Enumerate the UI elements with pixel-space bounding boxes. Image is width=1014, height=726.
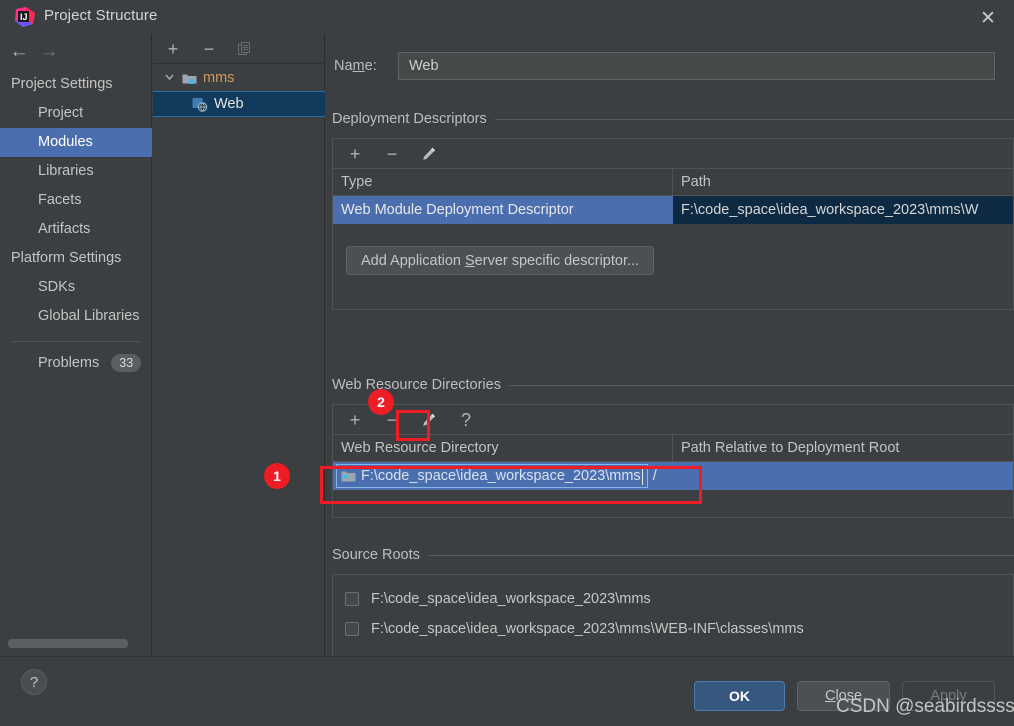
back-arrow-icon[interactable]: ← <box>8 42 30 62</box>
add-web-resource-icon[interactable]: + <box>346 411 364 429</box>
title-bar: IJ Project Structure ✕ <box>0 0 1014 34</box>
navigation-arrows: ← → <box>0 34 152 70</box>
edit-descriptor-icon[interactable] <box>420 145 438 163</box>
table-row[interactable]: F:\code_space\idea_workspace_2023\mms / <box>333 462 1013 490</box>
svg-text:IJ: IJ <box>20 12 28 22</box>
sidebar-group-project-settings: Project Settings <box>11 76 113 92</box>
close-button[interactable]: Close <box>797 681 890 711</box>
web-resource-directory-editor[interactable]: F:\code_space\idea_workspace_2023\mms <box>336 464 648 488</box>
module-tree-panel: + − mms Web <box>153 34 325 656</box>
annotation-marker-2: 2 <box>368 389 394 415</box>
tree-node-web-label: Web <box>214 96 244 112</box>
web-resource-help-icon[interactable]: ? <box>457 411 475 429</box>
problems-count-badge: 33 <box>111 353 142 372</box>
tree-node-mms[interactable]: mms <box>153 65 325 91</box>
deployment-descriptors-header: Deployment Descriptors <box>332 110 1014 128</box>
table-row[interactable]: Web Module Deployment Descriptor F:\code… <box>333 196 1013 224</box>
tree-node-web[interactable]: Web <box>153 91 325 117</box>
source-root-checkbox[interactable] <box>345 592 359 606</box>
deployment-descriptors-toolbar: + − <box>333 139 1013 169</box>
section-divider <box>494 118 1014 120</box>
sidebar-item-sdks[interactable]: SDKs <box>0 273 152 302</box>
remove-module-icon[interactable]: − <box>200 40 218 58</box>
remove-descriptor-icon[interactable]: − <box>383 145 401 163</box>
annotation-marker-1: 1 <box>264 463 290 489</box>
source-roots-list: F:\code_space\idea_workspace_2023\mms F:… <box>333 575 1013 650</box>
list-item[interactable]: F:\code_space\idea_workspace_2023\mms\WE… <box>333 614 1013 644</box>
deployment-descriptors-table-header: Type Path <box>333 168 1013 196</box>
sidebar-item-global-libraries[interactable]: Global Libraries <box>0 302 152 331</box>
column-header-type[interactable]: Type <box>333 168 673 196</box>
tree-node-mms-label: mms <box>203 70 235 86</box>
add-descriptor-icon[interactable]: + <box>346 145 364 163</box>
text-caret <box>641 467 643 485</box>
source-root-path: F:\code_space\idea_workspace_2023\mms <box>371 591 651 607</box>
module-tree-toolbar: + − <box>153 34 325 64</box>
window-title: Project Structure <box>44 7 158 24</box>
apply-button: Apply <box>902 681 995 711</box>
directory-icon <box>341 470 356 483</box>
web-resource-directory-value: F:\code_space\idea_workspace_2023\mms <box>361 468 641 484</box>
deployment-descriptors-title: Deployment Descriptors <box>332 111 487 127</box>
add-module-icon[interactable]: + <box>164 40 182 58</box>
source-roots-panel: F:\code_space\idea_workspace_2023\mms F:… <box>332 574 1014 656</box>
source-roots-title: Source Roots <box>332 547 420 563</box>
sidebar-group-platform-settings: Platform Settings <box>11 250 122 266</box>
descriptor-type-cell[interactable]: Web Module Deployment Descriptor <box>333 196 673 224</box>
source-roots-section: Source Roots F:\code_space\idea_workspac… <box>332 546 1014 656</box>
sidebar-item-problems-label: Problems <box>38 354 100 371</box>
column-header-path[interactable]: Path <box>673 169 1013 196</box>
ok-button[interactable]: OK <box>694 681 785 711</box>
sidebar-item-list: Project Settings Project Modules Librari… <box>0 70 152 377</box>
settings-sidebar: ← → Project Settings Project Modules Lib… <box>0 34 152 656</box>
sidebar-divider <box>12 341 140 342</box>
sidebar-item-artifacts[interactable]: Artifacts <box>0 215 152 244</box>
add-descriptor-button-wrap: Add Application Server specific descript… <box>333 224 1013 275</box>
sidebar-horizontal-scrollbar[interactable] <box>8 639 128 648</box>
web-resource-toolbar: + − ? <box>333 405 1013 435</box>
module-detail-panel: Name: Deployment Descriptors + − <box>326 34 1014 656</box>
close-icon[interactable]: ✕ <box>978 8 998 28</box>
web-resource-directories-title: Web Resource Directories <box>332 377 501 393</box>
sidebar-item-project[interactable]: Project <box>0 99 152 128</box>
column-header-path-relative[interactable]: Path Relative to Deployment Root <box>673 435 1013 462</box>
deployment-descriptors-panel: + − Type Path Web Module Deployment Desc… <box>332 138 1014 310</box>
intellij-idea-logo-icon: IJ <box>14 6 36 28</box>
deployment-descriptors-section: Deployment Descriptors + − Type Path Web… <box>332 110 1014 310</box>
chevron-down-icon[interactable] <box>164 71 178 85</box>
column-header-web-resource-directory[interactable]: Web Resource Directory <box>333 434 673 462</box>
sidebar-item-modules[interactable]: Modules <box>0 128 152 157</box>
edit-web-resource-icon[interactable] <box>420 411 438 429</box>
web-resource-table-header: Web Resource Directory Path Relative to … <box>333 434 1013 462</box>
source-root-path: F:\code_space\idea_workspace_2023\mms\WE… <box>371 621 804 637</box>
web-resource-directories-header: Web Resource Directories <box>332 376 1014 394</box>
web-resource-relative-path[interactable]: / <box>653 468 657 484</box>
sidebar-item-problems[interactable]: Problems 33 <box>0 348 152 377</box>
module-folder-icon <box>182 72 197 85</box>
module-tree-rows: mms Web <box>153 65 325 117</box>
forward-arrow-icon[interactable]: → <box>38 42 60 62</box>
help-icon[interactable]: ? <box>21 669 47 695</box>
name-field-row: Name: <box>334 52 995 80</box>
section-divider <box>508 384 1014 386</box>
section-divider <box>427 554 1014 556</box>
source-roots-header: Source Roots <box>332 546 1014 564</box>
add-application-server-descriptor-button[interactable]: Add Application Server specific descript… <box>346 246 655 275</box>
web-resource-directories-panel: + − ? Web Resource Directory Path Relati… <box>332 404 1014 518</box>
web-resource-directories-section: Web Resource Directories + − ? Web Resou… <box>332 376 1014 518</box>
sidebar-item-libraries[interactable]: Libraries <box>0 157 152 186</box>
project-structure-dialog: IJ Project Structure ✕ ← → Project Setti… <box>0 0 1014 726</box>
name-input[interactable] <box>398 52 995 80</box>
copy-module-icon <box>236 40 254 58</box>
name-field-label: Name: <box>334 58 377 74</box>
source-root-checkbox[interactable] <box>345 622 359 636</box>
list-item[interactable]: F:\code_space\idea_workspace_2023\mms <box>333 584 1013 614</box>
sidebar-item-facets[interactable]: Facets <box>0 186 152 215</box>
descriptor-path-cell[interactable]: F:\code_space\idea_workspace_2023\mms\W <box>673 196 1013 224</box>
web-facet-icon <box>192 97 208 112</box>
